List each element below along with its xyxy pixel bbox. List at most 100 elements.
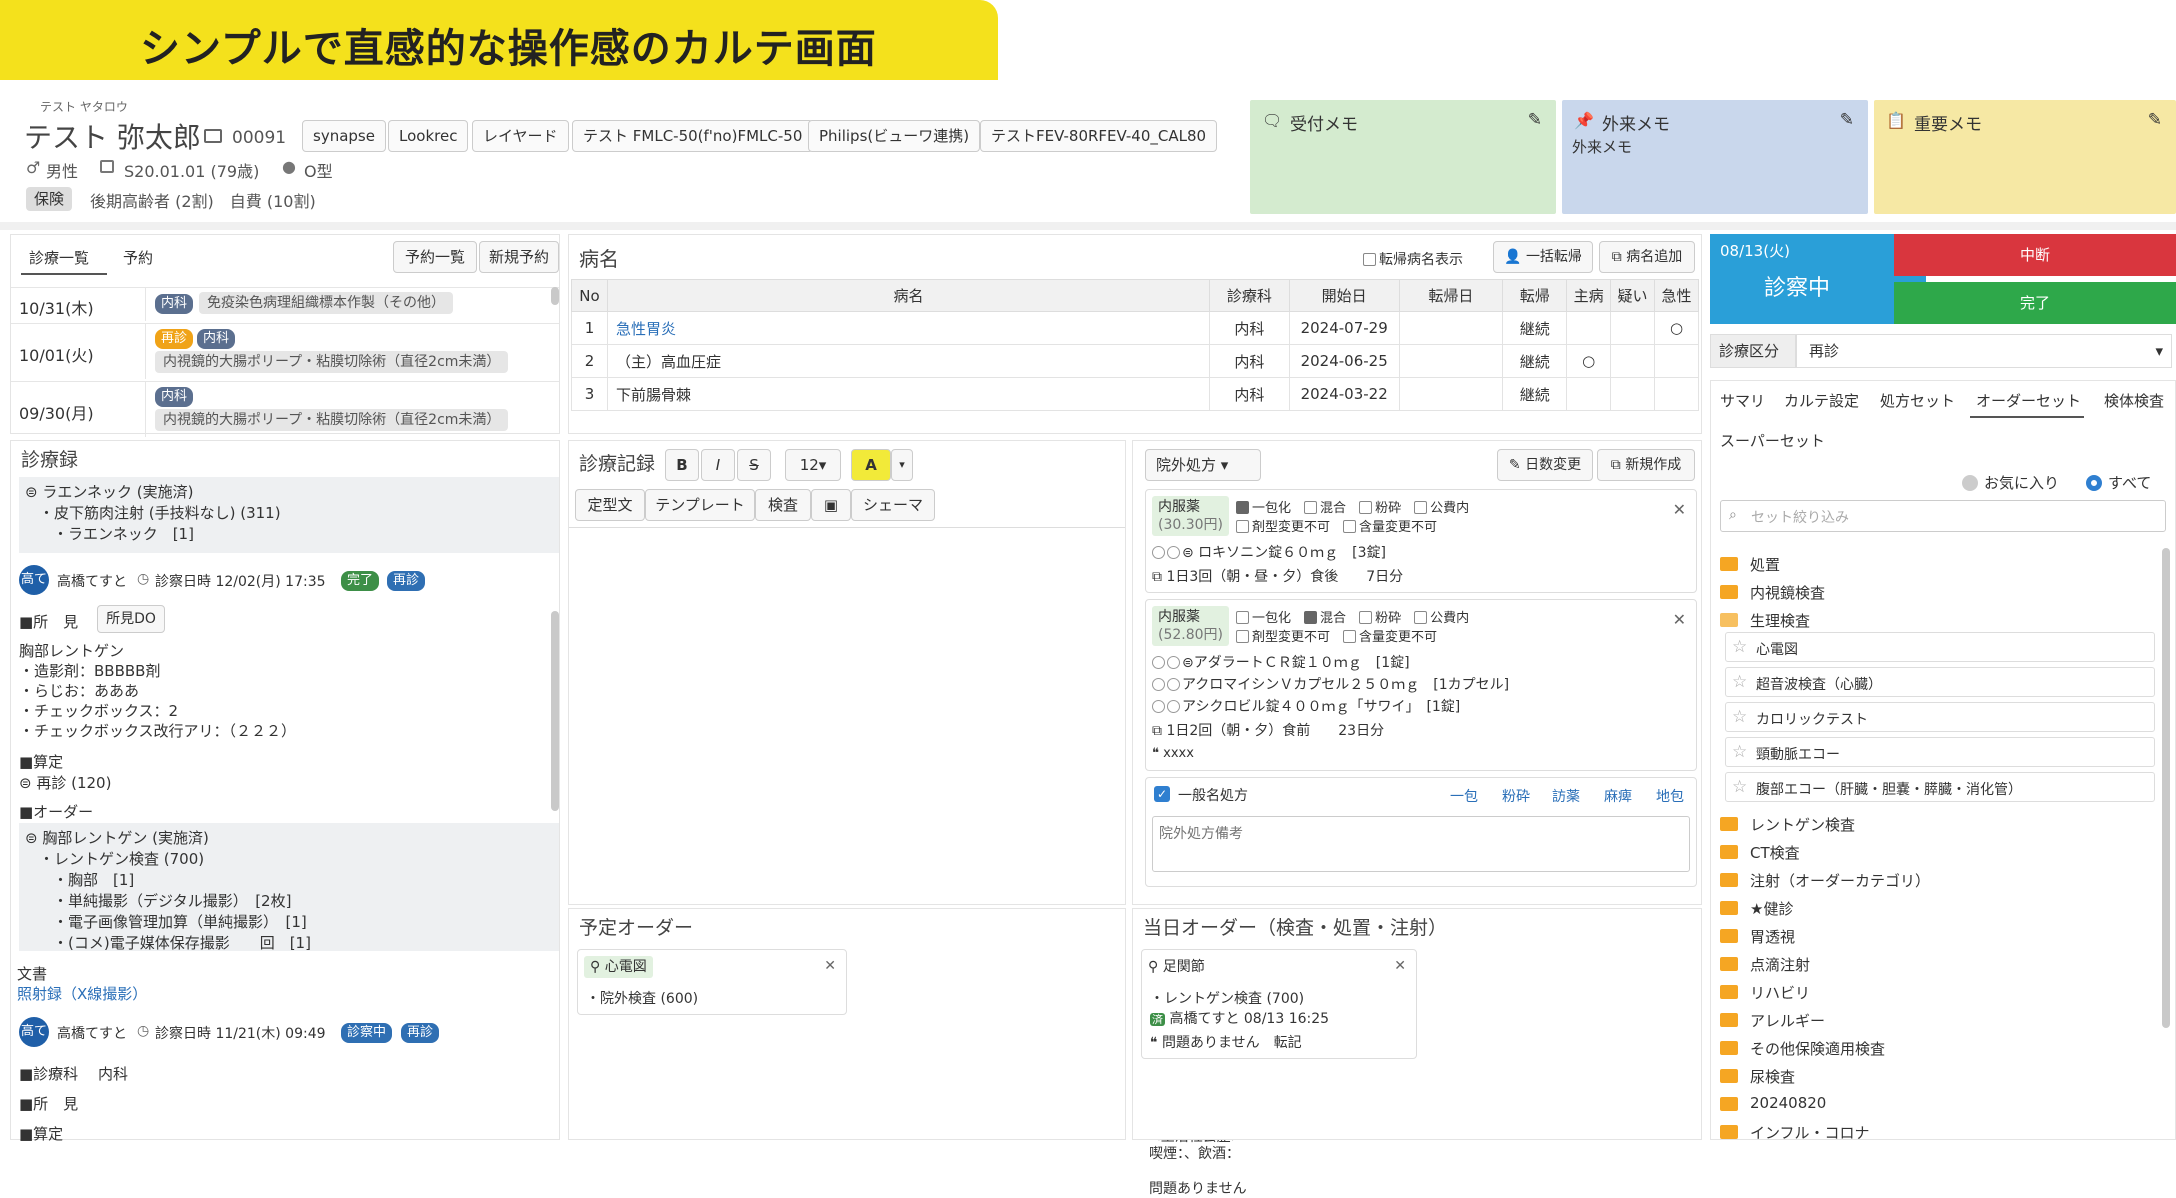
edit-icon[interactable]: ✎ bbox=[2148, 110, 2162, 130]
column-header[interactable]: No bbox=[571, 279, 608, 312]
folder-item[interactable]: 点滴注射 bbox=[1750, 954, 1810, 975]
tab-chart-settings[interactable]: カルテ設定 bbox=[1784, 390, 1859, 411]
highlight-dropdown[interactable]: ▾ bbox=[891, 449, 913, 481]
star-icon[interactable]: ☆ bbox=[1732, 777, 1747, 797]
rx-options-2[interactable]: 剤型変更不可 含量変更不可 bbox=[1236, 516, 1437, 535]
highlight-button[interactable]: A bbox=[851, 449, 891, 481]
bold-button[interactable]: B bbox=[665, 449, 699, 481]
set-item[interactable]: ☆ 頸動脈エコー bbox=[1725, 737, 2155, 767]
tool-lookrec[interactable]: Lookrec bbox=[388, 120, 469, 152]
scrollbar[interactable] bbox=[551, 611, 559, 811]
folder-item[interactable]: 20240820 bbox=[1750, 1094, 1826, 1112]
add-disease-button[interactable]: ⧉ 病名追加 bbox=[1599, 241, 1695, 273]
strike-button[interactable]: S bbox=[737, 449, 771, 481]
tab-schema[interactable]: シェーマ bbox=[851, 489, 935, 521]
tool-fmlc[interactable]: テスト FMLC-50(f'no)FMLC-50 bbox=[572, 120, 814, 152]
rx-link[interactable]: 訪薬 bbox=[1552, 786, 1580, 806]
image-icon[interactable]: ▣ bbox=[811, 489, 851, 521]
italic-button[interactable]: I bbox=[701, 449, 735, 481]
visit-row[interactable]: 10/01(火) 再診 内科 内視鏡的大腸ポリープ・粘膜切除術（直径2cm未満） bbox=[11, 323, 559, 379]
edit-icon[interactable]: ✎ bbox=[1840, 110, 1854, 130]
folder-item[interactable]: 注射（オーダーカテゴリ） bbox=[1750, 870, 1930, 891]
new-reservation-button[interactable]: 新規予約 bbox=[479, 241, 559, 273]
folder-item[interactable]: CT検査 bbox=[1750, 842, 1800, 863]
findings-do-button[interactable]: 所見DO bbox=[97, 605, 165, 633]
star-icon[interactable]: ☆ bbox=[1732, 672, 1747, 692]
order-card[interactable]: ⚲ 足関節 ✕ ・レントゲン検査 (700) 済 高橋てすと 08/13 16:… bbox=[1141, 949, 1417, 1059]
folder-item[interactable]: その他保険適用検査 bbox=[1750, 1038, 1885, 1059]
favorites-radio[interactable]: お気に入り bbox=[1962, 472, 2059, 493]
close-icon[interactable]: ✕ bbox=[1394, 958, 1406, 974]
folder-item[interactable]: 処置 bbox=[1750, 554, 1780, 575]
rx-options[interactable]: 一包化 混合 粉砕 公費内 bbox=[1236, 497, 1469, 516]
visit-row[interactable]: 09/30(月) 内科 内視鏡的大腸ポリープ・粘膜切除術（直径2cm未満） bbox=[11, 381, 559, 437]
rx-link[interactable]: 一包 bbox=[1450, 786, 1478, 806]
set-item[interactable]: ☆ カロリックテスト bbox=[1725, 702, 2155, 732]
column-header[interactable]: 疑い bbox=[1610, 279, 1655, 312]
table-row[interactable]: 3 下前腸骨棘 内科 2024-03-22 継続 bbox=[571, 377, 1700, 411]
change-days-button[interactable]: ✎ 日数変更 bbox=[1497, 449, 1593, 481]
tab-template[interactable]: テンプレート bbox=[645, 489, 755, 521]
rx-link[interactable]: 地包 bbox=[1656, 786, 1684, 806]
rx-options-2[interactable]: 剤型変更不可 含量変更不可 bbox=[1236, 626, 1437, 645]
column-header[interactable]: 開始日 bbox=[1288, 279, 1400, 312]
edit-icon[interactable]: ✎ bbox=[1528, 110, 1542, 130]
tab-specimen-test[interactable]: 検体検査 bbox=[2104, 390, 2164, 411]
tool-fev[interactable]: テストFEV-80RFEV-40_CAL80 bbox=[980, 120, 1218, 152]
tab-summary[interactable]: サマリ bbox=[1720, 390, 1765, 411]
folder-item[interactable]: ★健診 bbox=[1750, 898, 1793, 919]
tool-layered[interactable]: レイヤード bbox=[472, 120, 569, 152]
prescription-type-select[interactable]: 院外処方 ▾ bbox=[1145, 449, 1261, 481]
visit-row[interactable]: 10/31(木) 内科 免疫染色病理組織標本作製（その他） bbox=[11, 287, 559, 321]
tab-order-set[interactable]: オーダーセット bbox=[1976, 390, 2081, 411]
folder-item[interactable]: レントゲン検査 bbox=[1750, 814, 1855, 835]
tool-philips[interactable]: Philips(ビューワ連携) bbox=[808, 120, 981, 152]
prescription-remarks[interactable] bbox=[1152, 816, 1690, 872]
tab-fixed-phrase[interactable]: 定型文 bbox=[575, 489, 645, 521]
rx-options[interactable]: 一包化 混合 粉砕 公費内 bbox=[1236, 607, 1469, 626]
complete-button[interactable]: 完了 bbox=[1894, 282, 2176, 324]
editor-line[interactable]: 喫煙：、飲酒： bbox=[1149, 1143, 1240, 1163]
set-item[interactable]: ☆ 腹部エコー（肝臓・胆嚢・膵臓・消化管） bbox=[1725, 772, 2155, 802]
new-prescription-button[interactable]: ⧉ 新規作成 bbox=[1597, 449, 1695, 481]
column-header[interactable]: 転帰 bbox=[1502, 279, 1568, 312]
tab-exam[interactable]: 検査 bbox=[755, 489, 811, 521]
tab-prescription-set[interactable]: 処方セット bbox=[1880, 390, 1955, 411]
doc-link[interactable]: 照射録（X線撮影） bbox=[17, 983, 147, 1004]
close-icon[interactable]: ✕ bbox=[824, 958, 836, 974]
set-item[interactable]: ☆ 心電図 bbox=[1725, 632, 2155, 662]
editor-line[interactable]: 問題ありません bbox=[1149, 1178, 1247, 1198]
column-header[interactable]: 転帰日 bbox=[1398, 279, 1504, 312]
tool-synapse[interactable]: synapse bbox=[302, 120, 386, 152]
folder-item[interactable]: アレルギー bbox=[1750, 1010, 1825, 1031]
set-item[interactable]: ☆ 超音波検査（心臓） bbox=[1725, 667, 2155, 697]
folder-item[interactable]: リハビリ bbox=[1750, 982, 1810, 1003]
rx-link[interactable]: 粉砕 bbox=[1502, 786, 1530, 806]
rx-link[interactable]: 麻痺 bbox=[1604, 786, 1632, 806]
order-card[interactable]: ⚲ 心電図 ✕ ・院外検査 (600) bbox=[577, 949, 847, 1015]
close-icon[interactable]: ✕ bbox=[1673, 500, 1686, 519]
tab-super-set[interactable]: スーパーセット bbox=[1720, 430, 1825, 451]
close-icon[interactable]: ✕ bbox=[1673, 610, 1686, 629]
table-row[interactable]: 2 （主）高血圧症 内科 2024-06-25 継続 ○ bbox=[571, 344, 1700, 378]
folder-item[interactable]: 胃透視 bbox=[1750, 926, 1795, 947]
table-row[interactable]: 1 急性胃炎 内科 2024-07-29 継続 ○ bbox=[571, 311, 1700, 345]
outpatient-memo[interactable]: 📌 外来メモ 外来メモ ✎ bbox=[1562, 100, 1868, 214]
column-header[interactable]: 病名 bbox=[606, 279, 1210, 312]
set-search[interactable]: ⌕ セット絞り込み bbox=[1720, 500, 2166, 532]
font-size-select[interactable]: 12▾ bbox=[785, 449, 841, 481]
star-icon[interactable]: ☆ bbox=[1732, 637, 1747, 657]
scrollbar[interactable] bbox=[551, 287, 559, 305]
generic-checkbox[interactable]: ✓ bbox=[1154, 786, 1170, 802]
show-outcome-checkbox[interactable]: 転帰病名表示 bbox=[1363, 249, 1463, 269]
star-icon[interactable]: ☆ bbox=[1732, 707, 1747, 727]
scrollbar[interactable] bbox=[2162, 548, 2170, 1028]
suspend-button[interactable]: 中断 bbox=[1894, 234, 2176, 276]
bulk-outcome-button[interactable]: 👤 一括転帰 bbox=[1493, 241, 1593, 273]
transfer-link[interactable]: 転記 bbox=[1274, 1035, 1302, 1051]
tab-reservation[interactable]: 予約 bbox=[123, 247, 153, 268]
column-header[interactable]: 主病 bbox=[1566, 279, 1612, 312]
reservation-list-button[interactable]: 予約一覧 bbox=[393, 241, 477, 273]
tab-visits[interactable]: 診療一覧 bbox=[29, 247, 89, 268]
column-header[interactable]: 急性 bbox=[1653, 279, 1700, 312]
